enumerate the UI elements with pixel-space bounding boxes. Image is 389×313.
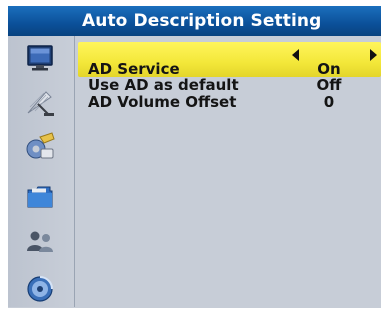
arrow-left-icon[interactable] (292, 49, 299, 61)
folder-icon[interactable] (24, 181, 56, 213)
arrow-right-icon[interactable] (370, 49, 377, 61)
menu-row-value-ad-volume-offset[interactable]: 0 (304, 93, 354, 111)
sidebar (8, 36, 75, 307)
menu-row-value-use-ad-default[interactable]: Off (304, 76, 354, 94)
tv-monitor-icon[interactable] (24, 42, 56, 74)
media-disc-icon[interactable] (24, 273, 56, 305)
satellite-dish-icon[interactable] (24, 87, 56, 119)
menu-row-label-ad-volume-offset[interactable]: AD Volume Offset (88, 93, 236, 111)
settings-panel: AD Service On Use AD as default Off AD V… (75, 36, 381, 307)
menu-row-label-use-ad-default[interactable]: Use AD as default (88, 76, 239, 94)
people-icon[interactable] (24, 225, 56, 257)
page-title: Auto Description Setting (82, 11, 322, 31)
installation-tools-icon[interactable] (24, 131, 56, 163)
